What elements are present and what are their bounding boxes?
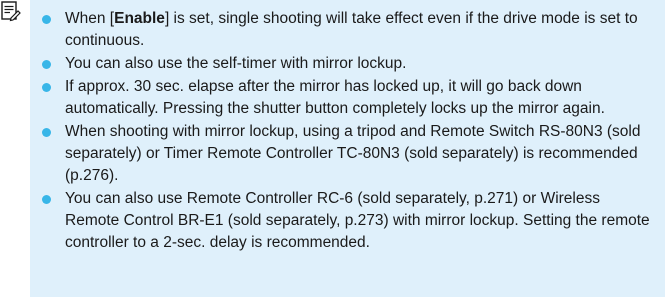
note-item-tripod-remote: When shooting with mirror lockup, using … xyxy=(38,121,658,188)
note-item-enable-setting: When [Enable] is set, single shooting wi… xyxy=(38,8,658,52)
note-item-remote-controller: You can also use Remote Controller RC-6 … xyxy=(38,188,658,255)
note-item-auto-release: If approx. 30 sec. elapse after the mirr… xyxy=(38,76,658,120)
note-item-self-timer: You can also use the self-timer with mir… xyxy=(38,53,658,75)
notes-list: When [Enable] is set, single shooting wi… xyxy=(38,8,658,255)
note-text: You can also use Remote Controller RC-6 … xyxy=(65,189,650,252)
note-text: You can also use the self-timer with mir… xyxy=(65,54,407,72)
note-text-emphasis: Enable xyxy=(114,10,165,27)
bullet-dot-icon xyxy=(42,82,51,92)
note-text-before: When [ xyxy=(65,10,115,27)
notes-panel: When [Enable] is set, single shooting wi… xyxy=(30,0,665,297)
bullet-dot-icon xyxy=(42,15,51,24)
memo-icon xyxy=(0,0,22,22)
bullet-dot-icon xyxy=(42,127,51,137)
note-text: If approx. 30 sec. elapse after the mirr… xyxy=(65,77,605,117)
note-text: When shooting with mirror lockup, using … xyxy=(65,122,641,184)
bullet-dot-icon xyxy=(42,59,51,69)
bullet-dot-icon xyxy=(42,194,51,204)
